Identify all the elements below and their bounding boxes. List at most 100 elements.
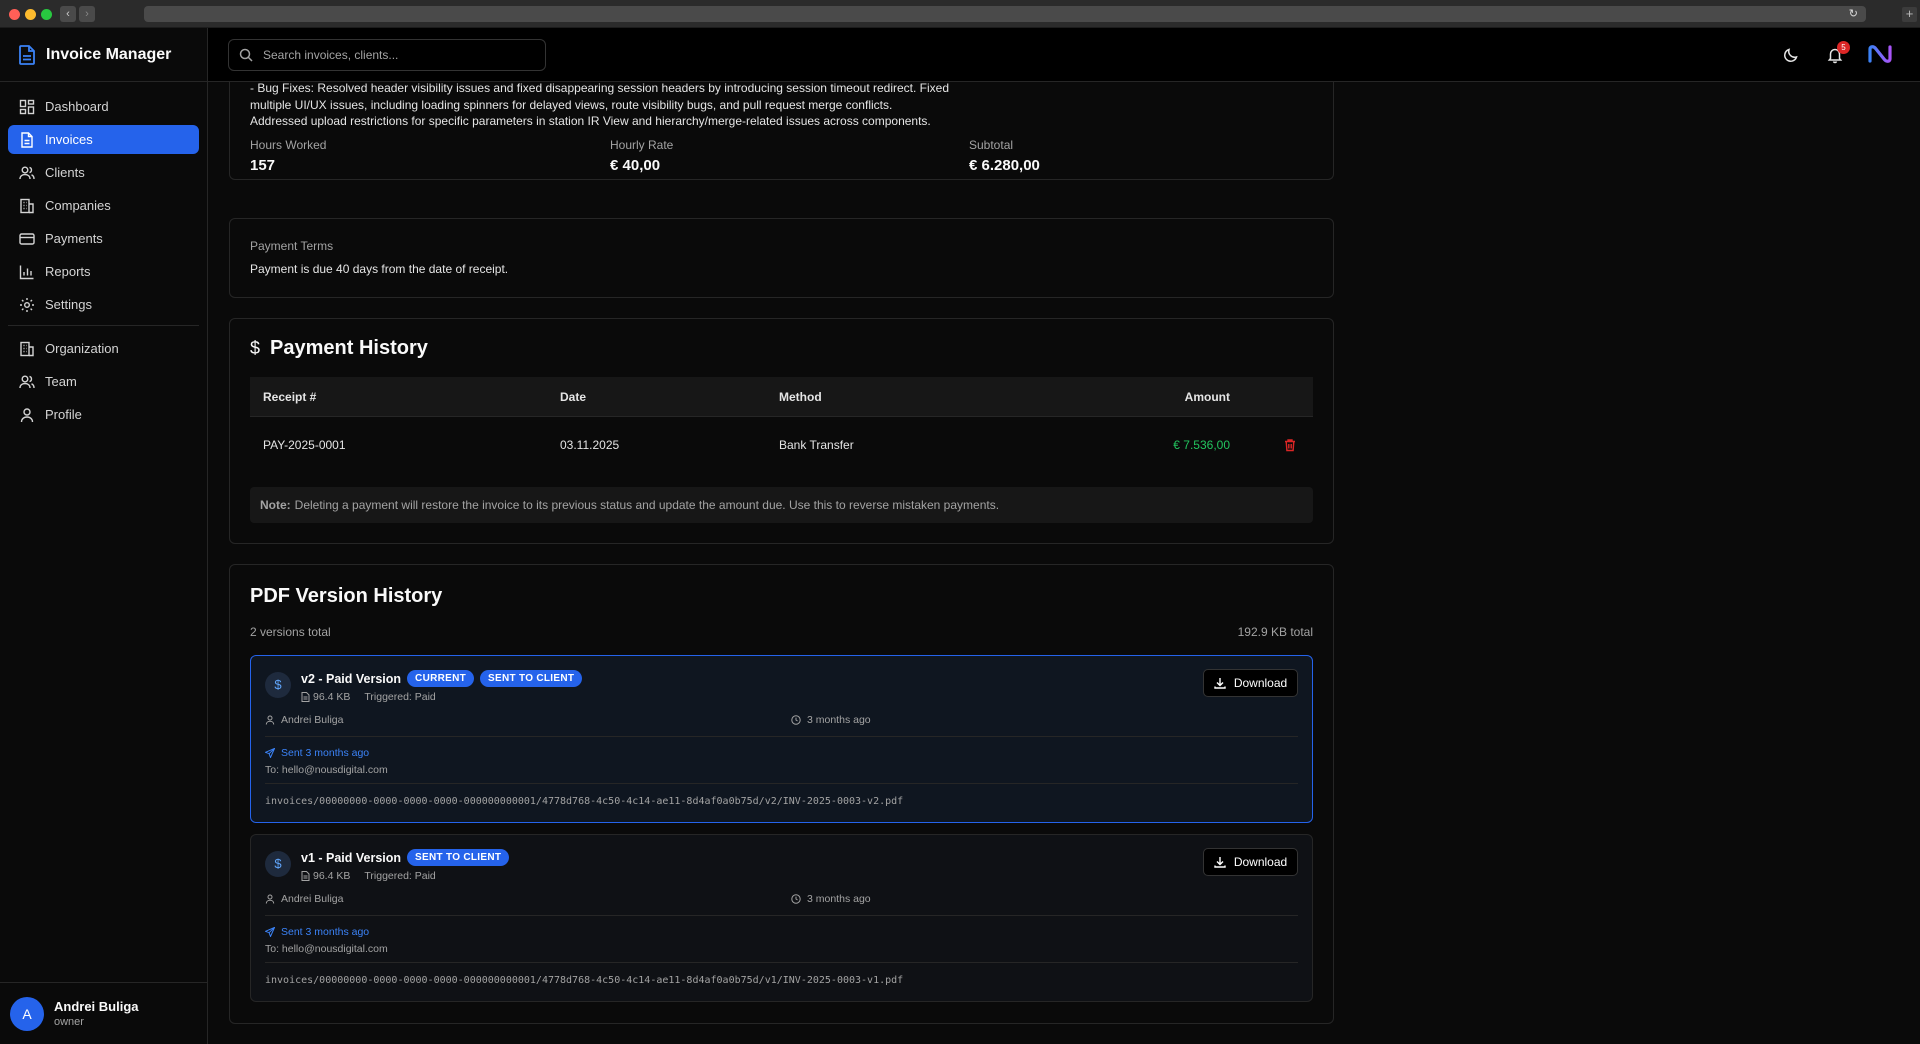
search-box[interactable]	[228, 39, 546, 71]
sidebar-nav: Dashboard Invoices Clients Companies Pay…	[0, 82, 207, 443]
pdf-version-item: $ v1 - Paid Version SENT TO CLIENT 96.4 …	[250, 834, 1313, 1002]
sidebar-item-team[interactable]: Team	[8, 367, 199, 396]
url-bar[interactable]: ↻	[144, 6, 1866, 22]
sidebar-item-reports[interactable]: Reports	[8, 257, 199, 286]
sidebar-item-label: Invoices	[45, 132, 93, 147]
version-title-row: v2 - Paid Version CURRENT SENT TO CLIENT	[301, 670, 588, 687]
file-path: invoices/00000000-0000-0000-0000-0000000…	[265, 975, 904, 986]
subtotal: Subtotal € 6.280,00	[969, 138, 1040, 174]
send-icon	[265, 748, 275, 758]
version-time: 3 months ago	[791, 714, 871, 726]
new-tab-button[interactable]: +	[1902, 7, 1917, 22]
brand-logo-icon[interactable]	[1868, 44, 1892, 64]
version-author: Andrei Buliga	[265, 893, 343, 905]
stat-value: € 6.280,00	[969, 157, 1040, 174]
file-path: invoices/00000000-0000-0000-0000-0000000…	[265, 796, 904, 807]
payment-method: Bank Transfer	[779, 438, 854, 452]
pdf-history-title: PDF Version History	[250, 585, 442, 608]
avatar: A	[10, 996, 44, 1031]
version-meta: 96.4 KB Triggered: Paid	[301, 691, 436, 703]
divider	[265, 736, 1298, 737]
payment-table: Receipt # Date Method Amount PAY-2025-00…	[250, 377, 1313, 473]
clock-icon	[791, 715, 801, 725]
sidebar-item-label: Companies	[45, 198, 111, 213]
description-line: Addressed upload restrictions for specif…	[250, 114, 931, 128]
section-title-text: PDF Version History	[250, 585, 443, 607]
sidebar-item-settings[interactable]: Settings	[8, 290, 199, 319]
recipient-email: To: hello@nousdigital.com	[265, 764, 388, 776]
sidebar-item-dashboard[interactable]: Dashboard	[8, 92, 199, 121]
sidebar-item-organization[interactable]: Organization	[8, 334, 199, 363]
dollar-icon: $	[250, 338, 261, 358]
sidebar-item-label: Organization	[45, 341, 119, 356]
author-name: Andrei Buliga	[281, 893, 344, 905]
user-icon	[265, 715, 275, 725]
version-author: Andrei Buliga	[265, 714, 343, 726]
user-name: Andrei Buliga	[54, 999, 139, 1014]
gear-icon	[20, 297, 34, 312]
sidebar-item-clients[interactable]: Clients	[8, 158, 199, 187]
stat-label: Subtotal	[969, 138, 1014, 152]
sidebar-item-label: Profile	[45, 407, 82, 422]
sidebar-item-label: Reports	[45, 264, 91, 279]
current-badge: CURRENT	[407, 670, 475, 687]
description-line: - Bug Fixes: Resolved header visibility …	[250, 82, 950, 95]
sidebar-item-label: Clients	[45, 165, 85, 180]
time-text: 3 months ago	[807, 893, 871, 905]
brand[interactable]: Invoice Manager	[0, 28, 207, 82]
sent-status: Sent 3 months ago	[265, 747, 369, 759]
stat-label: Hourly Rate	[610, 138, 674, 152]
payment-terms-text: Payment is due 40 days from the date of …	[250, 262, 509, 276]
sidebar-item-invoices[interactable]: Invoices	[8, 125, 199, 154]
sidebar-item-profile[interactable]: Profile	[8, 400, 199, 429]
recipient-email: To: hello@nousdigital.com	[265, 943, 388, 955]
dollar-icon: $	[265, 851, 291, 877]
users-icon	[19, 375, 35, 388]
back-button[interactable]: ‹	[60, 6, 76, 22]
maximize-window-button[interactable]	[41, 9, 52, 20]
table-row: PAY-2025-0001 03.11.2025 Bank Transfer €…	[250, 417, 1313, 473]
close-window-button[interactable]	[9, 9, 20, 20]
sidebar-item-companies[interactable]: Companies	[8, 191, 199, 220]
user-menu[interactable]: A Andrei Buliga owner	[0, 982, 207, 1044]
reload-icon[interactable]: ↻	[1849, 7, 1858, 20]
credit-card-icon	[19, 232, 35, 245]
sidebar-divider	[8, 325, 199, 326]
download-icon	[1214, 857, 1226, 868]
stat-value: 157	[250, 157, 276, 174]
hourly-rate: Hourly Rate € 40,00	[610, 138, 673, 174]
versions-count: 2 versions total	[250, 625, 331, 639]
download-button[interactable]: Download	[1203, 669, 1298, 697]
main-content: - Bug Fixes: Resolved header visibility …	[209, 82, 1920, 1044]
pdf-version-item: $ v2 - Paid Version CURRENT SENT TO CLIE…	[250, 655, 1313, 823]
divider	[265, 783, 1298, 784]
note-text: Deleting a payment will restore the invo…	[294, 498, 1000, 512]
sidebar-item-payments[interactable]: Payments	[8, 224, 199, 253]
browser-chrome: ‹ › ↻ +	[0, 0, 1920, 28]
sidebar: Invoice Manager Dashboard Invoices Clien…	[0, 28, 208, 1044]
sidebar-item-label: Team	[45, 374, 77, 389]
sent-badge: SENT TO CLIENT	[407, 849, 510, 866]
column-header: Receipt #	[263, 389, 317, 404]
work-description: - Bug Fixes: Resolved header visibility …	[250, 82, 1010, 130]
download-label: Download	[1233, 676, 1288, 690]
stat-value: € 40,00	[610, 157, 661, 174]
bar-chart-icon	[19, 265, 34, 279]
author-name: Andrei Buliga	[281, 714, 344, 726]
delete-payment-icon[interactable]	[1283, 438, 1297, 452]
payment-amount: € 7.536,00	[1173, 438, 1230, 452]
users-icon	[19, 166, 35, 179]
pdf-version-history-card: PDF Version History 2 versions total 192…	[229, 564, 1334, 1024]
search-input[interactable]	[263, 48, 533, 62]
building-icon	[20, 198, 34, 213]
download-button[interactable]: Download	[1203, 848, 1298, 876]
divider	[265, 962, 1298, 963]
minimize-window-button[interactable]	[25, 9, 36, 20]
moon-icon[interactable]	[1782, 46, 1800, 64]
version-time: 3 months ago	[791, 893, 871, 905]
sidebar-item-label: Payments	[45, 231, 103, 246]
sent-text: Sent 3 months ago	[281, 926, 370, 938]
file-size: 96.4 KB	[313, 691, 351, 703]
file-icon	[301, 692, 310, 702]
forward-button[interactable]: ›	[79, 6, 95, 22]
